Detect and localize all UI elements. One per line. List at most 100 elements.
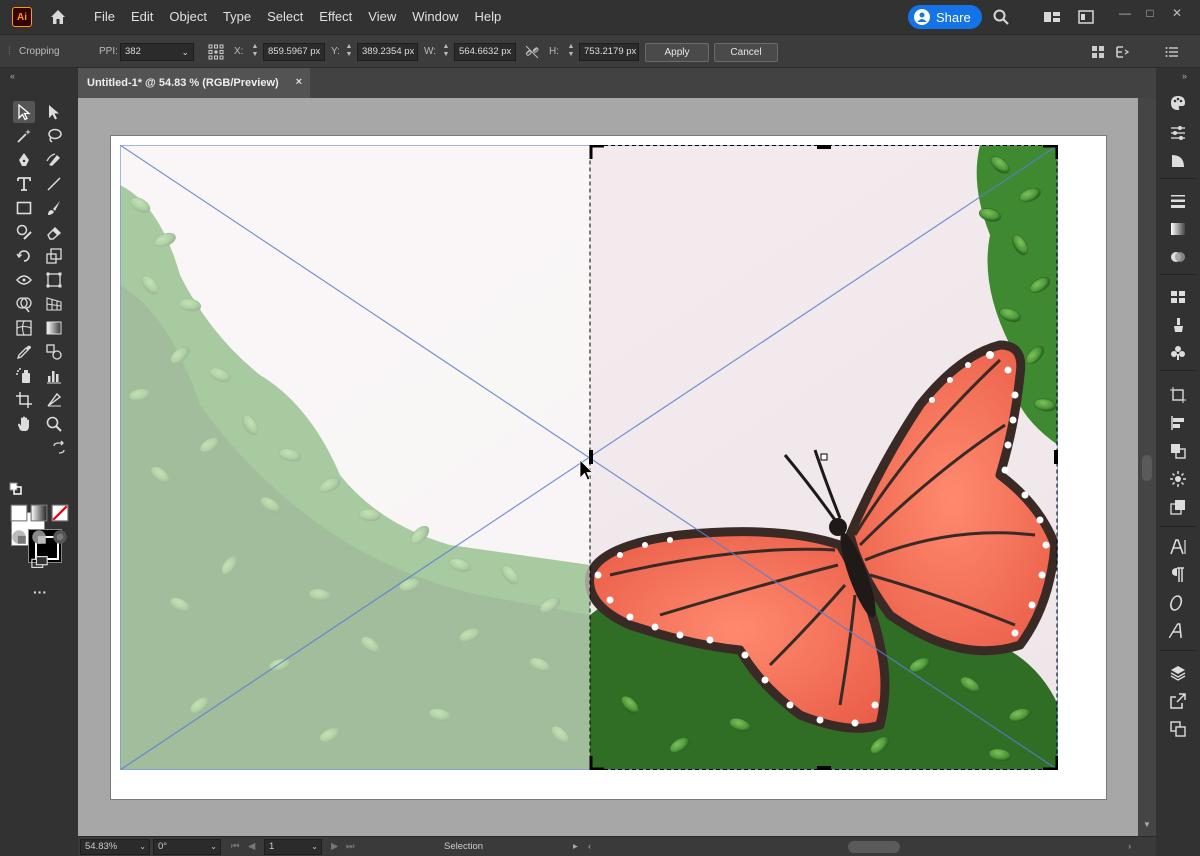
gradient-mode-icon[interactable] (29, 503, 49, 523)
change-screen-mode-icon[interactable] (28, 552, 52, 572)
maximize-icon[interactable]: □ (1143, 6, 1157, 20)
shaper-tool-icon[interactable] (13, 221, 35, 243)
menu-select[interactable]: Select (259, 0, 311, 34)
eyedropper-tool-icon[interactable] (13, 341, 35, 363)
previous-artboard-icon[interactable]: ◀ (248, 837, 255, 856)
opentype-panel-icon[interactable] (1167, 592, 1189, 614)
eraser-tool-icon[interactable] (43, 221, 65, 243)
paragraph-panel-icon[interactable] (1167, 564, 1189, 586)
column-graph-tool-icon[interactable] (43, 365, 65, 387)
zoom-tool-icon[interactable] (43, 413, 65, 435)
menu-help[interactable]: Help (466, 0, 509, 34)
edit-toolbar-icon[interactable]: ··· (28, 584, 52, 600)
transparency-panel-icon[interactable] (1167, 246, 1189, 268)
blend-tool-icon[interactable] (43, 341, 65, 363)
arrange-documents-icon[interactable] (1043, 8, 1061, 26)
minimize-icon[interactable]: — (1118, 6, 1132, 20)
cancel-button[interactable]: Cancel (714, 43, 778, 62)
first-artboard-icon[interactable]: ⏮ (231, 837, 240, 856)
perspective-grid-tool-icon[interactable] (43, 293, 65, 315)
free-transform-tool-icon[interactable] (43, 269, 65, 291)
rotation-select[interactable]: 0° ⌄ (153, 839, 221, 855)
magic-wand-tool-icon[interactable] (13, 125, 35, 147)
transform-options-icon[interactable] (1114, 44, 1130, 60)
stroke-panel-icon[interactable] (1167, 190, 1189, 212)
next-artboard-icon[interactable]: ▶ (331, 837, 338, 856)
draw-normal-icon[interactable] (9, 527, 29, 547)
menu-file[interactable]: File (86, 0, 123, 34)
zoom-select[interactable]: 54.83% ⌄ (80, 839, 150, 855)
asset-export-panel-icon[interactable] (1167, 690, 1189, 712)
type-tool-icon[interactable] (13, 173, 35, 195)
none-mode-icon[interactable] (50, 503, 70, 523)
scroll-left-icon[interactable]: ‹ (588, 837, 591, 856)
scroll-right-icon[interactable]: › (1128, 837, 1131, 856)
close-tab-icon[interactable]: × (296, 76, 302, 88)
color-panel-icon[interactable] (1167, 92, 1189, 114)
x-input[interactable]: 859.5967 px (263, 43, 325, 61)
document-tab[interactable]: Untitled-1* @ 54.83 % (RGB/Preview) × (78, 68, 310, 98)
close-window-icon[interactable]: ✕ (1170, 6, 1184, 20)
artboard-tool-icon[interactable] (13, 389, 35, 411)
scale-tool-icon[interactable] (43, 245, 65, 267)
hand-tool-icon[interactable] (13, 413, 35, 435)
symbol-sprayer-tool-icon[interactable] (13, 365, 35, 387)
artboard-navigation-select[interactable]: 1 ⌄ (264, 839, 322, 855)
line-segment-tool-icon[interactable] (43, 173, 65, 195)
search-icon[interactable] (992, 8, 1010, 26)
vertical-scroll-thumb[interactable] (1142, 455, 1152, 481)
w-stepper[interactable]: ▲ ▼ (440, 43, 452, 61)
horizontal-scroll-thumb[interactable] (848, 841, 900, 853)
reference-point-icon[interactable] (208, 44, 224, 60)
share-button[interactable]: Share (908, 5, 982, 29)
pathfinder-panel-icon[interactable] (1167, 440, 1189, 462)
w-input[interactable]: 564.6632 px (454, 43, 516, 61)
workspace-switcher-icon[interactable] (1077, 8, 1095, 26)
h-input[interactable]: 753.2179 px (579, 43, 639, 61)
menu-edit[interactable]: Edit (123, 0, 161, 34)
swatches-panel-icon[interactable] (1167, 286, 1189, 308)
placed-image[interactable] (120, 145, 1058, 770)
width-tool-icon[interactable] (13, 269, 35, 291)
panel-menu-icon[interactable] (1164, 44, 1180, 60)
paintbrush-tool-icon[interactable] (43, 197, 65, 219)
align-icon[interactable] (1090, 44, 1106, 60)
menu-type[interactable]: Type (215, 0, 259, 34)
gradient-tool-icon[interactable] (43, 317, 65, 339)
pen-tool-icon[interactable] (13, 149, 35, 171)
mesh-tool-icon[interactable] (13, 317, 35, 339)
rotate-tool-icon[interactable] (13, 245, 35, 267)
grip-handle[interactable]: ⁞ (8, 35, 11, 69)
menu-view[interactable]: View (360, 0, 404, 34)
links-panel-icon[interactable] (1167, 718, 1189, 740)
menu-effect[interactable]: Effect (311, 0, 360, 34)
artboards-panel-icon[interactable] (1167, 384, 1189, 406)
draw-behind-icon[interactable] (29, 527, 49, 547)
home-icon[interactable] (48, 7, 68, 27)
collapse-panel-icon[interactable]: « (10, 71, 15, 81)
direct-selection-tool-icon[interactable] (43, 101, 65, 123)
last-artboard-icon[interactable]: ⏭ (346, 837, 355, 856)
color-mode-icon[interactable] (9, 503, 29, 523)
character-panel-icon[interactable] (1167, 536, 1189, 558)
scroll-down-icon[interactable]: ▼ (1143, 820, 1151, 829)
shape-builder-tool-icon[interactable] (13, 293, 35, 315)
align-panel-icon[interactable] (1167, 412, 1189, 434)
slice-tool-icon[interactable] (43, 389, 65, 411)
ppi-select[interactable]: 382 ⌄ (120, 43, 194, 61)
glyphs-panel-icon[interactable] (1167, 620, 1189, 642)
menu-object[interactable]: Object (161, 0, 215, 34)
x-stepper[interactable]: ▲ ▼ (249, 43, 261, 61)
color-guide-icon[interactable] (1167, 150, 1189, 172)
constrain-proportions-link-icon[interactable] (524, 44, 540, 60)
lasso-tool-icon[interactable] (43, 125, 65, 147)
gradient-panel-icon[interactable] (1167, 218, 1189, 240)
graphic-styles-panel-icon[interactable] (1167, 496, 1189, 518)
curvature-tool-icon[interactable] (43, 149, 65, 171)
apply-button[interactable]: Apply (645, 43, 709, 62)
default-fill-stroke-icon[interactable] (9, 482, 23, 496)
appearance-panel-icon[interactable] (1167, 468, 1189, 490)
properties-panel-icon[interactable] (1167, 122, 1189, 144)
status-menu-icon[interactable]: ▸ (573, 837, 578, 856)
layers-panel-icon[interactable] (1167, 662, 1189, 684)
